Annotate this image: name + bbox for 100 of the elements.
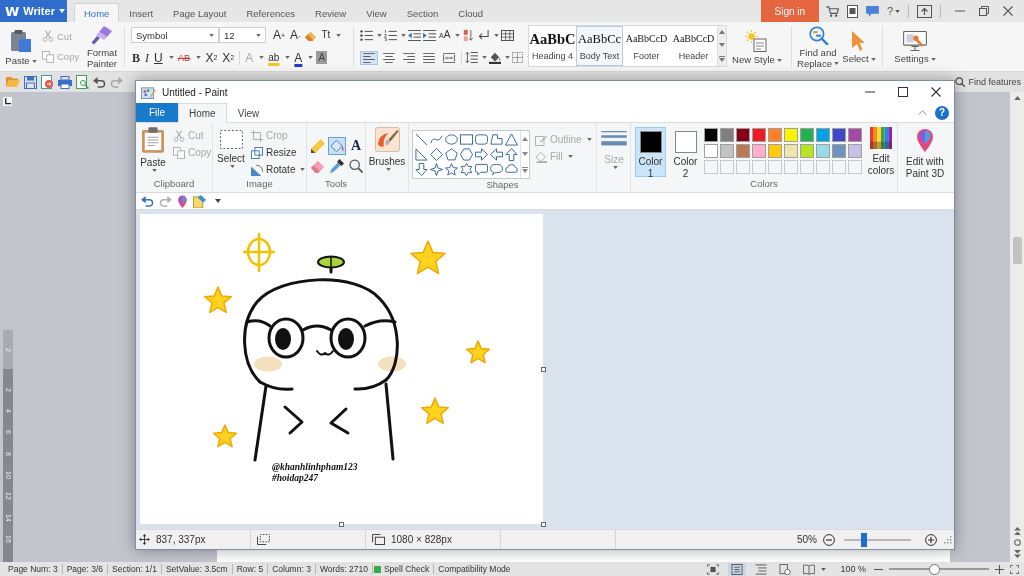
- down-arrow-icon[interactable]: [415, 163, 428, 176]
- arrow-up-icon[interactable]: [1013, 96, 1021, 100]
- cloud-bubble-icon[interactable]: [505, 163, 518, 176]
- color-swatch[interactable]: [784, 144, 798, 158]
- color-picker-tool[interactable]: [328, 157, 346, 175]
- caret-icon[interactable]: [401, 33, 406, 37]
- font-name-field[interactable]: Symbol: [131, 27, 219, 44]
- empty-color-slot[interactable]: [768, 160, 782, 174]
- scrollbar-thumb[interactable]: [1012, 237, 1022, 264]
- caret-icon[interactable]: [285, 56, 291, 60]
- help-button[interactable]: ?: [886, 5, 900, 17]
- scroll-down-icon[interactable]: [522, 151, 528, 156]
- rectangle-icon[interactable]: [460, 133, 473, 146]
- ribbon-tab[interactable]: Home: [178, 103, 227, 123]
- shrink-font-button[interactable]: A$^{-}$: [289, 27, 302, 44]
- oval-icon[interactable]: [445, 133, 458, 146]
- color-swatch[interactable]: [736, 144, 750, 158]
- caret-icon[interactable]: [377, 33, 382, 37]
- select-button[interactable]: Select: [840, 24, 878, 69]
- empty-color-slot[interactable]: [816, 160, 830, 174]
- align-left-button[interactable]: [360, 50, 378, 65]
- scroll-up-icon[interactable]: [522, 136, 528, 141]
- magnifier-tool[interactable]: [347, 157, 365, 175]
- settings-button[interactable]: Settings: [889, 24, 941, 69]
- character-shading-button[interactable]: A: [316, 51, 328, 65]
- right-arrow-icon[interactable]: [475, 148, 488, 161]
- line-icon[interactable]: [415, 133, 428, 146]
- ribbon-tab[interactable]: View: [356, 3, 397, 22]
- caret-icon[interactable]: [494, 33, 500, 37]
- double-arrow-up-icon[interactable]: [1013, 527, 1021, 535]
- paint-3d-icon[interactable]: [177, 194, 188, 208]
- ribbon-tab[interactable]: Home: [74, 3, 120, 22]
- color-swatch[interactable]: [736, 128, 750, 142]
- color-swatch[interactable]: [800, 144, 814, 158]
- color-slot-button[interactable]: Color 2: [670, 127, 701, 177]
- ribbon-tab[interactable]: View: [226, 103, 271, 123]
- style-option[interactable]: AaBbC Heading 4: [529, 26, 576, 66]
- empty-color-slot[interactable]: [800, 160, 814, 174]
- ribbon-tab[interactable]: Page Layout: [163, 3, 237, 22]
- caret-icon[interactable]: [336, 33, 342, 37]
- empty-color-slot[interactable]: [704, 160, 718, 174]
- star-icon[interactable]: [445, 163, 458, 176]
- upload-icon[interactable]: [917, 4, 932, 18]
- clipboard-note-icon[interactable]: [193, 194, 206, 208]
- align-right-button[interactable]: [400, 50, 418, 65]
- color-swatch[interactable]: [752, 144, 766, 158]
- gallery-expand-icon[interactable]: [522, 166, 528, 173]
- bold-button[interactable]: B: [131, 49, 141, 66]
- new-style-button[interactable]: New Style: [729, 24, 785, 69]
- file-menu-button[interactable]: File: [136, 103, 178, 122]
- caret-icon[interactable]: [308, 56, 314, 60]
- ribbon-tab[interactable]: Review: [305, 3, 357, 22]
- color-swatch[interactable]: [784, 128, 798, 142]
- cart-icon[interactable]: [825, 5, 839, 17]
- caret-icon[interactable]: [455, 33, 461, 37]
- color-swatch[interactable]: [704, 128, 718, 142]
- edit-with-paint-3d-button[interactable]: Edit with Paint 3D: [900, 128, 950, 179]
- color-swatch[interactable]: [800, 128, 814, 142]
- help-button[interactable]: ?: [935, 105, 949, 120]
- color-swatch[interactable]: [720, 128, 734, 142]
- save-icon[interactable]: [24, 75, 37, 89]
- view-mode-button[interactable]: [728, 562, 747, 576]
- export-icon[interactable]: [41, 75, 54, 89]
- left-arrow-icon[interactable]: [490, 148, 503, 161]
- italic-button[interactable]: I: [144, 49, 150, 66]
- color-swatch[interactable]: [816, 128, 830, 142]
- scroll-down-icon[interactable]: [719, 43, 725, 47]
- spell-check-status[interactable]: Spell Check: [380, 564, 433, 574]
- find-replace-button[interactable]: Find and Replace: [796, 24, 840, 69]
- strikethrough-button[interactable]: AB: [176, 49, 192, 66]
- ribbon-tab[interactable]: Cloud: [448, 3, 494, 22]
- paste-button[interactable]: Paste: [139, 127, 167, 176]
- close-icon[interactable]: [1003, 6, 1013, 16]
- circle-icon[interactable]: [1013, 539, 1021, 546]
- resize-handle[interactable]: [541, 522, 546, 527]
- change-case-button[interactable]: Tt: [320, 27, 332, 44]
- maximize-icon[interactable]: [898, 87, 908, 97]
- pencil-tool[interactable]: [309, 137, 327, 155]
- undo-icon[interactable]: [93, 76, 106, 88]
- double-arrow-down-icon[interactable]: [1013, 550, 1021, 558]
- font-size-field[interactable]: 12: [219, 27, 266, 44]
- four-point-star-icon[interactable]: [430, 163, 443, 176]
- color-slot-button[interactable]: Color 1: [635, 127, 666, 177]
- app-menu-button[interactable]: W Writer: [0, 0, 67, 22]
- superscript-button[interactable]: X$^{2}$: [204, 49, 219, 66]
- scroll-up-icon[interactable]: [719, 30, 725, 35]
- ribbon-tab[interactable]: Section: [396, 3, 449, 22]
- speech-bubble-icon[interactable]: [475, 163, 488, 176]
- empty-color-slot[interactable]: [832, 160, 846, 174]
- document-icon[interactable]: [846, 4, 858, 18]
- zoom-out-icon[interactable]: [823, 533, 835, 546]
- justify-button[interactable]: [420, 50, 438, 65]
- caret-icon[interactable]: [821, 567, 827, 571]
- printer-icon[interactable]: [58, 75, 72, 89]
- paint-bucket-icon[interactable]: [489, 51, 501, 64]
- zoom-in-icon[interactable]: [925, 533, 937, 546]
- text-tool[interactable]: A: [347, 137, 365, 155]
- plus-icon[interactable]: [995, 564, 1004, 574]
- caret-icon[interactable]: [482, 56, 487, 60]
- resize-button[interactable]: Resize: [251, 144, 306, 161]
